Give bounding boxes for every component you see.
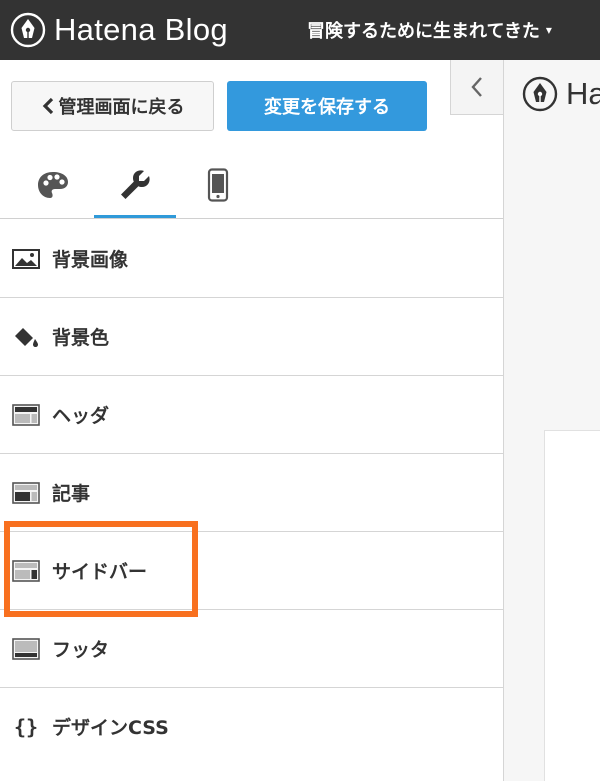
customize-menu: 背景画像 背景色 ヘッダ 記事 サイドバー フッタ {} デザインCSS: [0, 220, 503, 765]
back-button-label: 管理画面に戻る: [58, 97, 185, 118]
menu-item-article[interactable]: 記事: [0, 454, 503, 532]
menu-item-label: サイドバー: [52, 561, 148, 583]
blog-selector[interactable]: 冒険するために生まれてきた ▾: [307, 0, 552, 60]
tab-customize[interactable]: [94, 155, 176, 218]
menu-item-sidebar[interactable]: サイドバー: [0, 532, 503, 610]
menu-item-label: フッタ: [52, 639, 110, 661]
tab-smartphone[interactable]: [177, 155, 259, 215]
hatena-pen-logo-icon: [522, 76, 558, 112]
design-tabs: [0, 155, 503, 219]
palette-icon: [38, 172, 68, 198]
footer-layout-icon: [12, 637, 40, 660]
chevron-left-icon: [42, 97, 53, 115]
preview-header: Hatena Blog: [522, 76, 600, 112]
chevron-left-icon: [471, 77, 482, 97]
save-changes-button[interactable]: 変更を保存する: [227, 81, 427, 131]
wrench-icon: [121, 170, 150, 199]
header-layout-icon: [12, 403, 40, 426]
preview-content-card: [544, 430, 600, 781]
blog-title: 冒険するために生まれてきた: [307, 21, 540, 42]
paint-bucket-icon: [12, 326, 40, 348]
smartphone-icon: [207, 168, 229, 202]
braces-icon: {}: [13, 714, 39, 739]
top-bar: Hatena Blog 冒険するために生まれてきた ▾: [0, 0, 600, 60]
preview-title: Hatena Blog: [566, 76, 600, 111]
brand[interactable]: Hatena Blog: [10, 0, 228, 60]
hatena-pen-logo-icon: [10, 12, 46, 48]
menu-item-label: 背景色: [52, 327, 110, 349]
collapse-sidebar-button[interactable]: [450, 60, 503, 115]
blog-preview: Hatena Blog: [504, 60, 600, 781]
menu-item-label: 背景画像: [52, 249, 129, 271]
tab-design[interactable]: [12, 155, 94, 215]
article-layout-icon: [12, 481, 40, 504]
menu-item-footer[interactable]: フッタ: [0, 610, 503, 688]
menu-item-label: 記事: [52, 483, 91, 505]
brand-name: Hatena Blog: [54, 12, 228, 47]
menu-item-label: デザインCSS: [52, 717, 169, 739]
sidebar-layout-icon: [12, 559, 40, 582]
menu-item-header[interactable]: ヘッダ: [0, 376, 503, 454]
design-sidebar: 管理画面に戻る 変更を保存する 背景画像 背景色 ヘッダ 記事 サイドバー フッ…: [0, 60, 504, 781]
menu-item-background-color[interactable]: 背景色: [0, 298, 503, 376]
back-to-admin-button[interactable]: 管理画面に戻る: [11, 81, 214, 131]
menu-item-background-image[interactable]: 背景画像: [0, 220, 503, 298]
caret-down-icon: ▾: [545, 23, 552, 37]
save-button-label: 変更を保存する: [264, 97, 390, 118]
menu-item-label: ヘッダ: [52, 405, 110, 427]
menu-item-design-css[interactable]: {} デザインCSS: [0, 688, 503, 765]
image-icon: [12, 248, 40, 270]
